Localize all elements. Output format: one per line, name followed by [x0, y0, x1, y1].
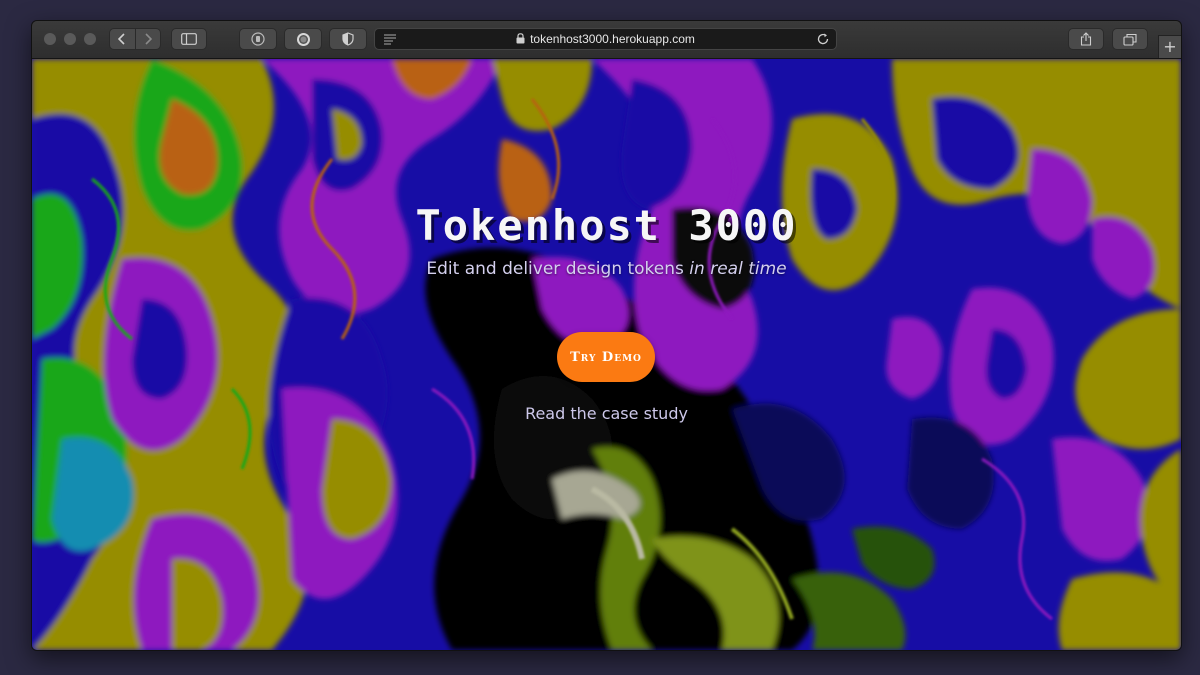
browser-toolbar: tokenhost3000.herokuapp.com +: [32, 21, 1181, 59]
subtitle-text: Edit and deliver design tokens: [426, 259, 690, 279]
page-viewport: Tokenhost 3000 Edit and deliver design t…: [32, 59, 1181, 650]
privacy-report-icon: [251, 32, 265, 46]
case-study-link[interactable]: Read the case study: [32, 404, 1181, 423]
forward-button[interactable]: [134, 29, 161, 49]
share-button[interactable]: [1068, 28, 1104, 50]
url-text-row: tokenhost3000.herokuapp.com: [375, 29, 836, 49]
lock-icon: [516, 33, 525, 44]
browser-window: tokenhost3000.herokuapp.com + Tokenhost …: [31, 20, 1182, 651]
zoom-window-button[interactable]: [84, 33, 96, 45]
share-icon: [1080, 32, 1092, 46]
reload-icon[interactable]: [816, 32, 830, 46]
tab-overview-button[interactable]: [1112, 28, 1148, 50]
privacy-report-button[interactable]: [239, 28, 277, 50]
new-tab-button[interactable]: +: [1158, 35, 1181, 58]
page-subtitle: Edit and deliver design tokens in real t…: [32, 259, 1181, 279]
page-title: Tokenhost 3000: [415, 201, 798, 250]
address-bar[interactable]: tokenhost3000.herokuapp.com: [374, 28, 837, 50]
history-nav: [109, 28, 161, 50]
shield-button[interactable]: [329, 28, 367, 50]
extension-button[interactable]: [284, 28, 322, 50]
sidebar-button[interactable]: [171, 28, 207, 50]
chevron-left-icon: [118, 33, 125, 45]
try-demo-button[interactable]: Try Demo: [557, 332, 655, 382]
sidebar-icon: [181, 33, 197, 45]
globe-icon: [296, 32, 310, 46]
subtitle-emphasis: in real time: [689, 259, 787, 279]
hero-section: Tokenhost 3000 Edit and deliver design t…: [32, 59, 1181, 650]
shield-icon: [342, 32, 354, 46]
minimize-window-button[interactable]: [64, 33, 76, 45]
tab-overview-icon: [1123, 33, 1137, 46]
close-window-button[interactable]: [44, 33, 56, 45]
url-text: tokenhost3000.herokuapp.com: [530, 32, 695, 46]
back-button[interactable]: [110, 29, 135, 49]
chevron-right-icon: [145, 33, 152, 45]
